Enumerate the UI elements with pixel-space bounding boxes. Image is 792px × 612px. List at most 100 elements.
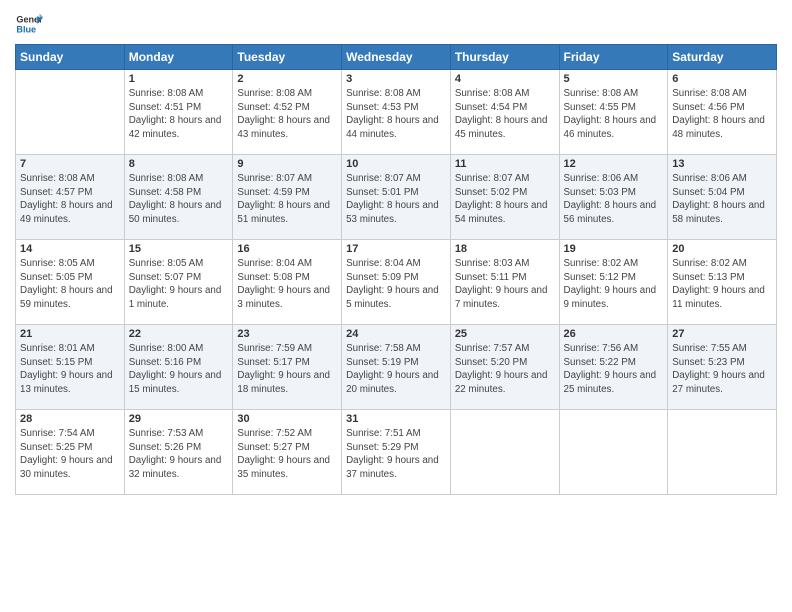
svg-text:Blue: Blue xyxy=(16,24,36,34)
week-row-2: 7 Sunrise: 8:08 AMSunset: 4:57 PMDaylight… xyxy=(16,155,777,240)
day-number: 26 xyxy=(564,328,664,340)
day-cell: 26 Sunrise: 7:56 AMSunset: 5:22 PMDayligh… xyxy=(559,325,668,410)
day-number: 31 xyxy=(346,413,446,425)
day-cell: 7 Sunrise: 8:08 AMSunset: 4:57 PMDaylight… xyxy=(16,155,125,240)
day-info: Sunrise: 8:07 AMSunset: 5:02 PMDaylight:… xyxy=(455,172,555,227)
day-info: Sunrise: 7:58 AMSunset: 5:19 PMDaylight:… xyxy=(346,342,446,397)
header-wednesday: Wednesday xyxy=(342,45,451,70)
header-monday: Monday xyxy=(124,45,233,70)
day-cell: 28 Sunrise: 7:54 AMSunset: 5:25 PMDayligh… xyxy=(16,410,125,495)
day-info: Sunrise: 8:08 AMSunset: 4:51 PMDaylight:… xyxy=(129,87,229,142)
day-number: 22 xyxy=(129,328,229,340)
day-cell: 14 Sunrise: 8:05 AMSunset: 5:05 PMDayligh… xyxy=(16,240,125,325)
day-number: 24 xyxy=(346,328,446,340)
day-cell: 2 Sunrise: 8:08 AMSunset: 4:52 PMDaylight… xyxy=(233,70,342,155)
day-cell: 30 Sunrise: 7:52 AMSunset: 5:27 PMDayligh… xyxy=(233,410,342,495)
day-info: Sunrise: 7:59 AMSunset: 5:17 PMDaylight:… xyxy=(237,342,337,397)
day-info: Sunrise: 8:08 AMSunset: 4:54 PMDaylight:… xyxy=(455,87,555,142)
logo-icon: General Blue xyxy=(15,10,43,38)
logo: General Blue xyxy=(15,10,47,38)
day-cell: 3 Sunrise: 8:08 AMSunset: 4:53 PMDaylight… xyxy=(342,70,451,155)
day-cell xyxy=(450,410,559,495)
day-info: Sunrise: 7:57 AMSunset: 5:20 PMDaylight:… xyxy=(455,342,555,397)
day-cell: 29 Sunrise: 7:53 AMSunset: 5:26 PMDayligh… xyxy=(124,410,233,495)
day-number: 27 xyxy=(672,328,772,340)
day-cell: 25 Sunrise: 7:57 AMSunset: 5:20 PMDayligh… xyxy=(450,325,559,410)
day-number: 13 xyxy=(672,158,772,170)
day-number: 28 xyxy=(20,413,120,425)
day-number: 1 xyxy=(129,73,229,85)
day-cell: 9 Sunrise: 8:07 AMSunset: 4:59 PMDaylight… xyxy=(233,155,342,240)
day-cell xyxy=(559,410,668,495)
header-saturday: Saturday xyxy=(668,45,777,70)
day-info: Sunrise: 8:05 AMSunset: 5:05 PMDaylight:… xyxy=(20,257,120,312)
day-number: 20 xyxy=(672,243,772,255)
day-cell: 13 Sunrise: 8:06 AMSunset: 5:04 PMDayligh… xyxy=(668,155,777,240)
calendar-table: SundayMondayTuesdayWednesdayThursdayFrid… xyxy=(15,44,777,495)
day-number: 9 xyxy=(237,158,337,170)
day-cell: 4 Sunrise: 8:08 AMSunset: 4:54 PMDaylight… xyxy=(450,70,559,155)
day-number: 23 xyxy=(237,328,337,340)
day-cell: 11 Sunrise: 8:07 AMSunset: 5:02 PMDayligh… xyxy=(450,155,559,240)
day-number: 11 xyxy=(455,158,555,170)
day-cell: 5Sunrise: 8:08 AMSunset: 4:55 PMDaylight… xyxy=(559,70,668,155)
page: General Blue SundayMondayTuesdayWednesda… xyxy=(0,0,792,612)
header-thursday: Thursday xyxy=(450,45,559,70)
day-cell: 12 Sunrise: 8:06 AMSunset: 5:03 PMDayligh… xyxy=(559,155,668,240)
day-info: Sunrise: 8:08 AMSunset: 4:57 PMDaylight:… xyxy=(20,172,120,227)
week-row-3: 14 Sunrise: 8:05 AMSunset: 5:05 PMDayligh… xyxy=(16,240,777,325)
day-cell: 18Sunrise: 8:03 AMSunset: 5:11 PMDayligh… xyxy=(450,240,559,325)
day-info: Sunrise: 8:01 AMSunset: 5:15 PMDaylight:… xyxy=(20,342,120,397)
day-number: 29 xyxy=(129,413,229,425)
day-cell: 8Sunrise: 8:08 AMSunset: 4:58 PMDaylight… xyxy=(124,155,233,240)
day-cell: 19Sunrise: 8:02 AMSunset: 5:12 PMDayligh… xyxy=(559,240,668,325)
day-number: 18 xyxy=(455,243,555,255)
day-cell: 27Sunrise: 7:55 AMSunset: 5:23 PMDayligh… xyxy=(668,325,777,410)
day-cell xyxy=(668,410,777,495)
day-number: 25 xyxy=(455,328,555,340)
day-number: 4 xyxy=(455,73,555,85)
day-number: 7 xyxy=(20,158,120,170)
day-cell: 10Sunrise: 8:07 AMSunset: 5:01 PMDayligh… xyxy=(342,155,451,240)
day-number: 12 xyxy=(564,158,664,170)
day-number: 30 xyxy=(237,413,337,425)
header-friday: Friday xyxy=(559,45,668,70)
week-row-5: 28 Sunrise: 7:54 AMSunset: 5:25 PMDayligh… xyxy=(16,410,777,495)
day-info: Sunrise: 8:06 AMSunset: 5:04 PMDaylight:… xyxy=(672,172,772,227)
day-info: Sunrise: 8:04 AMSunset: 5:08 PMDaylight:… xyxy=(237,257,337,312)
week-row-4: 21 Sunrise: 8:01 AMSunset: 5:15 PMDayligh… xyxy=(16,325,777,410)
day-info: Sunrise: 8:06 AMSunset: 5:03 PMDaylight:… xyxy=(564,172,664,227)
day-info: Sunrise: 7:52 AMSunset: 5:27 PMDaylight:… xyxy=(237,427,337,482)
header-tuesday: Tuesday xyxy=(233,45,342,70)
day-info: Sunrise: 7:54 AMSunset: 5:25 PMDaylight:… xyxy=(20,427,120,482)
day-info: Sunrise: 8:07 AMSunset: 4:59 PMDaylight:… xyxy=(237,172,337,227)
day-cell: 31 Sunrise: 7:51 AMSunset: 5:29 PMDayligh… xyxy=(342,410,451,495)
day-info: Sunrise: 8:00 AMSunset: 5:16 PMDaylight:… xyxy=(129,342,229,397)
day-info: Sunrise: 8:08 AMSunset: 4:53 PMDaylight:… xyxy=(346,87,446,142)
day-number: 14 xyxy=(20,243,120,255)
day-info: Sunrise: 7:51 AMSunset: 5:29 PMDaylight:… xyxy=(346,427,446,482)
day-cell xyxy=(16,70,125,155)
day-info: Sunrise: 8:02 AMSunset: 5:12 PMDaylight:… xyxy=(564,257,664,312)
day-cell: 24 Sunrise: 7:58 AMSunset: 5:19 PMDayligh… xyxy=(342,325,451,410)
day-info: Sunrise: 8:05 AMSunset: 5:07 PMDaylight:… xyxy=(129,257,229,312)
day-cell: 15Sunrise: 8:05 AMSunset: 5:07 PMDayligh… xyxy=(124,240,233,325)
day-info: Sunrise: 8:04 AMSunset: 5:09 PMDaylight:… xyxy=(346,257,446,312)
day-number: 16 xyxy=(237,243,337,255)
day-cell: 20Sunrise: 8:02 AMSunset: 5:13 PMDayligh… xyxy=(668,240,777,325)
week-row-1: 1 Sunrise: 8:08 AMSunset: 4:51 PMDaylight… xyxy=(16,70,777,155)
day-cell: 22 Sunrise: 8:00 AMSunset: 5:16 PMDayligh… xyxy=(124,325,233,410)
day-number: 21 xyxy=(20,328,120,340)
day-number: 2 xyxy=(237,73,337,85)
day-number: 8 xyxy=(129,158,229,170)
day-info: Sunrise: 8:08 AMSunset: 4:52 PMDaylight:… xyxy=(237,87,337,142)
day-cell: 17Sunrise: 8:04 AMSunset: 5:09 PMDayligh… xyxy=(342,240,451,325)
day-info: Sunrise: 8:07 AMSunset: 5:01 PMDaylight:… xyxy=(346,172,446,227)
day-cell: 21 Sunrise: 8:01 AMSunset: 5:15 PMDayligh… xyxy=(16,325,125,410)
day-number: 3 xyxy=(346,73,446,85)
day-info: Sunrise: 7:53 AMSunset: 5:26 PMDaylight:… xyxy=(129,427,229,482)
day-info: Sunrise: 7:56 AMSunset: 5:22 PMDaylight:… xyxy=(564,342,664,397)
header-sunday: Sunday xyxy=(16,45,125,70)
header: General Blue xyxy=(15,10,777,38)
header-row: SundayMondayTuesdayWednesdayThursdayFrid… xyxy=(16,45,777,70)
